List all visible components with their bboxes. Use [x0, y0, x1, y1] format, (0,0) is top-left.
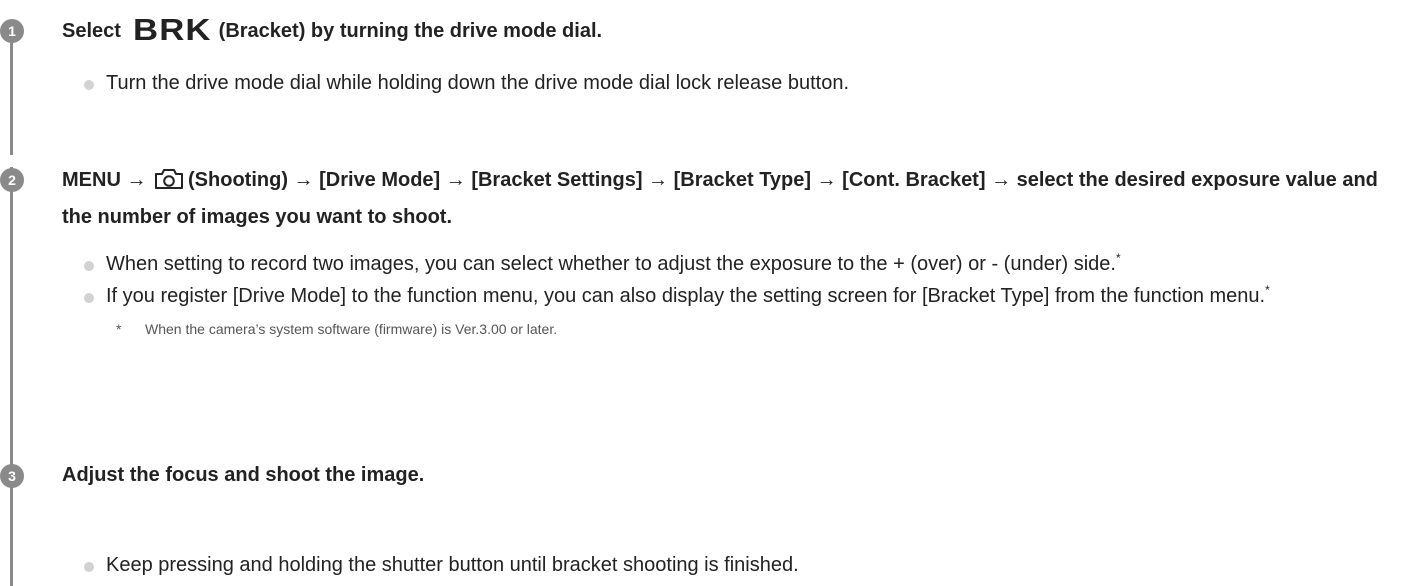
- bullet-text: Turn the drive mode dial while holding d…: [106, 72, 850, 94]
- step-3: 3 Adjust the focus and shoot the image. …: [0, 440, 1407, 586]
- bullet-text: Keep pressing and holding the shutter bu…: [106, 554, 799, 576]
- procedure-steps: 1 Select BRK (Bracket) by turning the dri…: [0, 0, 1407, 586]
- list-item: Keep pressing and holding the shutter bu…: [82, 549, 1392, 581]
- step-2-bullets: When setting to record two images, you c…: [82, 248, 1392, 340]
- list-item: If you register [Drive Mode] to the func…: [82, 280, 1392, 312]
- step-1-title-prefix: Select: [62, 20, 121, 42]
- step-2: 2 MENU → (Shooting) → [Drive Mode] → [Br…: [0, 155, 1407, 467]
- step-1-title-suffix: (Bracket) by turning the drive mode dial…: [218, 20, 603, 42]
- bracket-mode-icon: BRK: [132, 12, 212, 47]
- step-2-title-part2: (Shooting) → [Drive Mode] → [Bracket Set…: [62, 169, 1378, 228]
- step-1: 1 Select BRK (Bracket) by turning the dri…: [0, 0, 1407, 155]
- step-2-title: MENU → (Shooting) → [Drive Mode] → [Brac…: [62, 164, 1382, 234]
- camera-icon: [154, 168, 184, 201]
- footnote-marker: *: [1115, 251, 1121, 265]
- bullet-text: When setting to record two images, you c…: [106, 253, 1116, 275]
- list-item: When setting to record two images, you c…: [82, 248, 1392, 280]
- footnote-text: When the camera’s system software (firmw…: [145, 321, 558, 337]
- step-3-number-badge: 3: [0, 464, 24, 488]
- step-1-title: Select BRK (Bracket) by turning the drive…: [62, 12, 1382, 48]
- step-2-number-badge: 2: [0, 168, 24, 192]
- bullet-dot-icon: [84, 80, 94, 90]
- list-item: Turn the drive mode dial while holding d…: [82, 67, 1392, 99]
- step-3-title: Adjust the focus and shoot the image.: [62, 464, 425, 486]
- footnote-marker: *: [1265, 283, 1270, 297]
- step-3-bullets: Keep pressing and holding the shutter bu…: [82, 549, 1392, 581]
- step-2-title-part1: MENU →: [62, 169, 147, 191]
- bullet-text: If you register [Drive Mode] to the func…: [106, 285, 1266, 307]
- step-2-line: [10, 167, 13, 467]
- bullet-dot-icon: [84, 293, 94, 303]
- bullet-dot-icon: [84, 261, 94, 271]
- bullet-dot-icon: [84, 562, 94, 572]
- step-1-bullets: Turn the drive mode dial while holding d…: [82, 67, 1392, 99]
- footnote-star: *: [116, 321, 122, 337]
- step-1-number-badge: 1: [0, 19, 24, 43]
- footnote: * When the camera’s system software (fir…: [82, 318, 1392, 340]
